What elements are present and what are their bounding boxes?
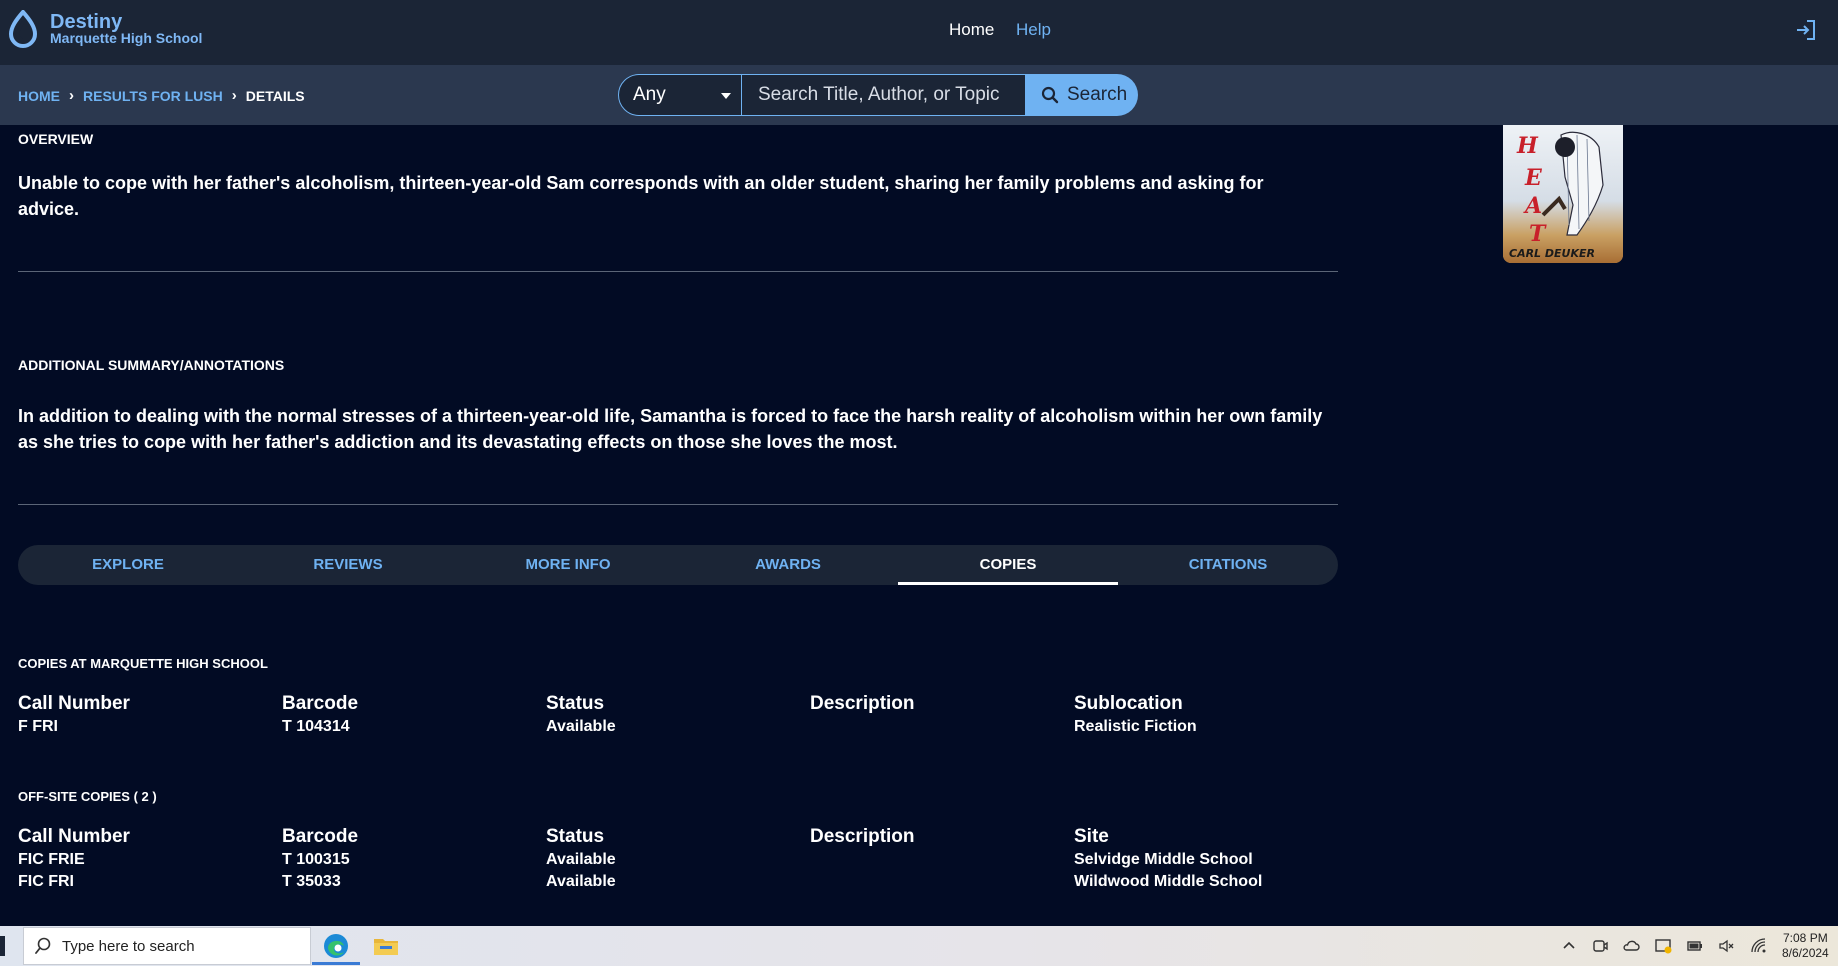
table-cell: F FRI: [18, 718, 58, 735]
caret-down-icon: [721, 93, 731, 99]
taskbar-search-box[interactable]: Type here to search: [23, 927, 311, 965]
breadcrumb-results[interactable]: RESULTS FOR LUSH: [83, 88, 223, 104]
column-header: Site: [1074, 826, 1109, 847]
summary-heading: ADDITIONAL SUMMARY/ANNOTATIONS: [18, 357, 285, 373]
chevron-right-icon: ›: [231, 87, 237, 104]
cover-letter: E: [1525, 165, 1542, 191]
local-copies-heading: COPIES AT MARQUETTE HIGH SCHOOL: [18, 656, 268, 671]
search-icon: [35, 937, 51, 954]
edge-icon: [324, 934, 348, 958]
column-header: Call Number: [18, 826, 130, 847]
table-cell: T 104314: [282, 718, 350, 735]
table-cell: Available: [546, 718, 616, 735]
chevron-right-icon: ›: [69, 87, 74, 104]
table-cell: Available: [546, 873, 616, 890]
tab-reviews[interactable]: REVIEWS: [238, 545, 458, 585]
column-header: Barcode: [282, 693, 359, 714]
chevron-up-icon[interactable]: [1560, 937, 1578, 955]
search-input[interactable]: [742, 74, 1026, 116]
login-icon[interactable]: [1794, 18, 1818, 42]
clock-time: 7:08 PM: [1783, 931, 1828, 945]
divider: [18, 504, 1338, 505]
detail-tabs: EXPLORE REVIEWS MORE INFO AWARDS COPIES …: [18, 545, 1338, 585]
breadcrumb: HOME › RESULTS FOR LUSH › DETAILS: [18, 87, 305, 104]
taskbar-search-placeholder: Type here to search: [62, 937, 195, 955]
tab-citations[interactable]: CITATIONS: [1118, 545, 1338, 585]
column-header: Call Number: [18, 693, 130, 714]
cover-letter: T: [1529, 221, 1546, 247]
tab-explore[interactable]: EXPLORE: [18, 545, 238, 585]
table-cell: Available: [546, 851, 616, 868]
onedrive-cloud-icon[interactable]: [1622, 937, 1640, 955]
overview-heading: OVERVIEW: [18, 131, 94, 147]
school-name: Marquette High School: [50, 30, 203, 46]
search-icon: [1041, 86, 1059, 104]
tab-more-info[interactable]: MORE INFO: [458, 545, 678, 585]
book-cover-image: H E A T CARL DEUKER: [1503, 125, 1623, 263]
clock-date: 8/6/2024: [1782, 946, 1829, 960]
edge-browser-icon[interactable]: [318, 930, 354, 962]
breadcrumb-current: DETAILS: [245, 87, 305, 104]
search-button[interactable]: Search: [1025, 74, 1138, 116]
column-header: Status: [546, 826, 605, 847]
tab-awards[interactable]: AWARDS: [678, 545, 898, 585]
breadcrumb-home[interactable]: HOME: [18, 88, 60, 104]
tab-copies[interactable]: COPIES: [898, 545, 1118, 585]
table-cell: FIC FRI: [18, 873, 74, 890]
column-header: Status: [546, 693, 605, 714]
table-cell: T 35033: [282, 873, 341, 890]
top-bar: Destiny Marquette High School Home Help: [0, 0, 1838, 65]
column-header: Description: [810, 826, 915, 847]
start-button[interactable]: [0, 936, 5, 956]
speaker-muted-icon[interactable]: [1718, 937, 1736, 955]
table-cell: FIC FRIE: [18, 851, 85, 868]
battery-icon[interactable]: [1686, 937, 1704, 955]
meet-now-icon[interactable]: [1591, 937, 1609, 955]
table-cell: Realistic Fiction: [1074, 718, 1197, 735]
system-clock[interactable]: 7:08 PM 8/6/2024: [1782, 931, 1829, 961]
table-cell: Wildwood Middle School: [1074, 873, 1263, 890]
divider: [18, 271, 1338, 272]
column-header: Sublocation: [1074, 693, 1183, 714]
destiny-logo-icon: [8, 10, 38, 48]
offsite-copies-heading: OFF-SITE COPIES ( 2 ): [18, 789, 157, 804]
file-explorer-icon[interactable]: [368, 930, 404, 962]
cover-letter: A: [1525, 193, 1543, 219]
active-app-indicator: [312, 962, 360, 965]
column-header: Description: [810, 693, 915, 714]
search-scope-value: Any: [633, 84, 666, 105]
cover-author: CARL DEUKER: [1509, 247, 1595, 260]
nav-help-link[interactable]: Help: [1016, 20, 1051, 40]
nav-home-link[interactable]: Home: [949, 20, 994, 40]
windows-taskbar: Type here to search 7:08 PM 8/6/2024: [0, 926, 1838, 966]
search-button-label: Search: [1067, 84, 1128, 105]
cover-letter: H: [1517, 133, 1538, 159]
overview-text: Unable to cope with her father's alcohol…: [18, 173, 1264, 219]
summary-text: In addition to dealing with the normal s…: [18, 406, 1323, 452]
wifi-icon[interactable]: [1750, 937, 1768, 955]
table-cell: T 100315: [282, 851, 350, 868]
search-bar: HOME › RESULTS FOR LUSH › DETAILS Any Se…: [0, 65, 1838, 125]
column-header: Barcode: [282, 826, 359, 847]
security-alert-icon[interactable]: [1654, 937, 1672, 955]
table-cell: Selvidge Middle School: [1074, 851, 1253, 868]
search-scope-select[interactable]: Any: [618, 74, 742, 116]
folder-icon: [374, 939, 398, 955]
